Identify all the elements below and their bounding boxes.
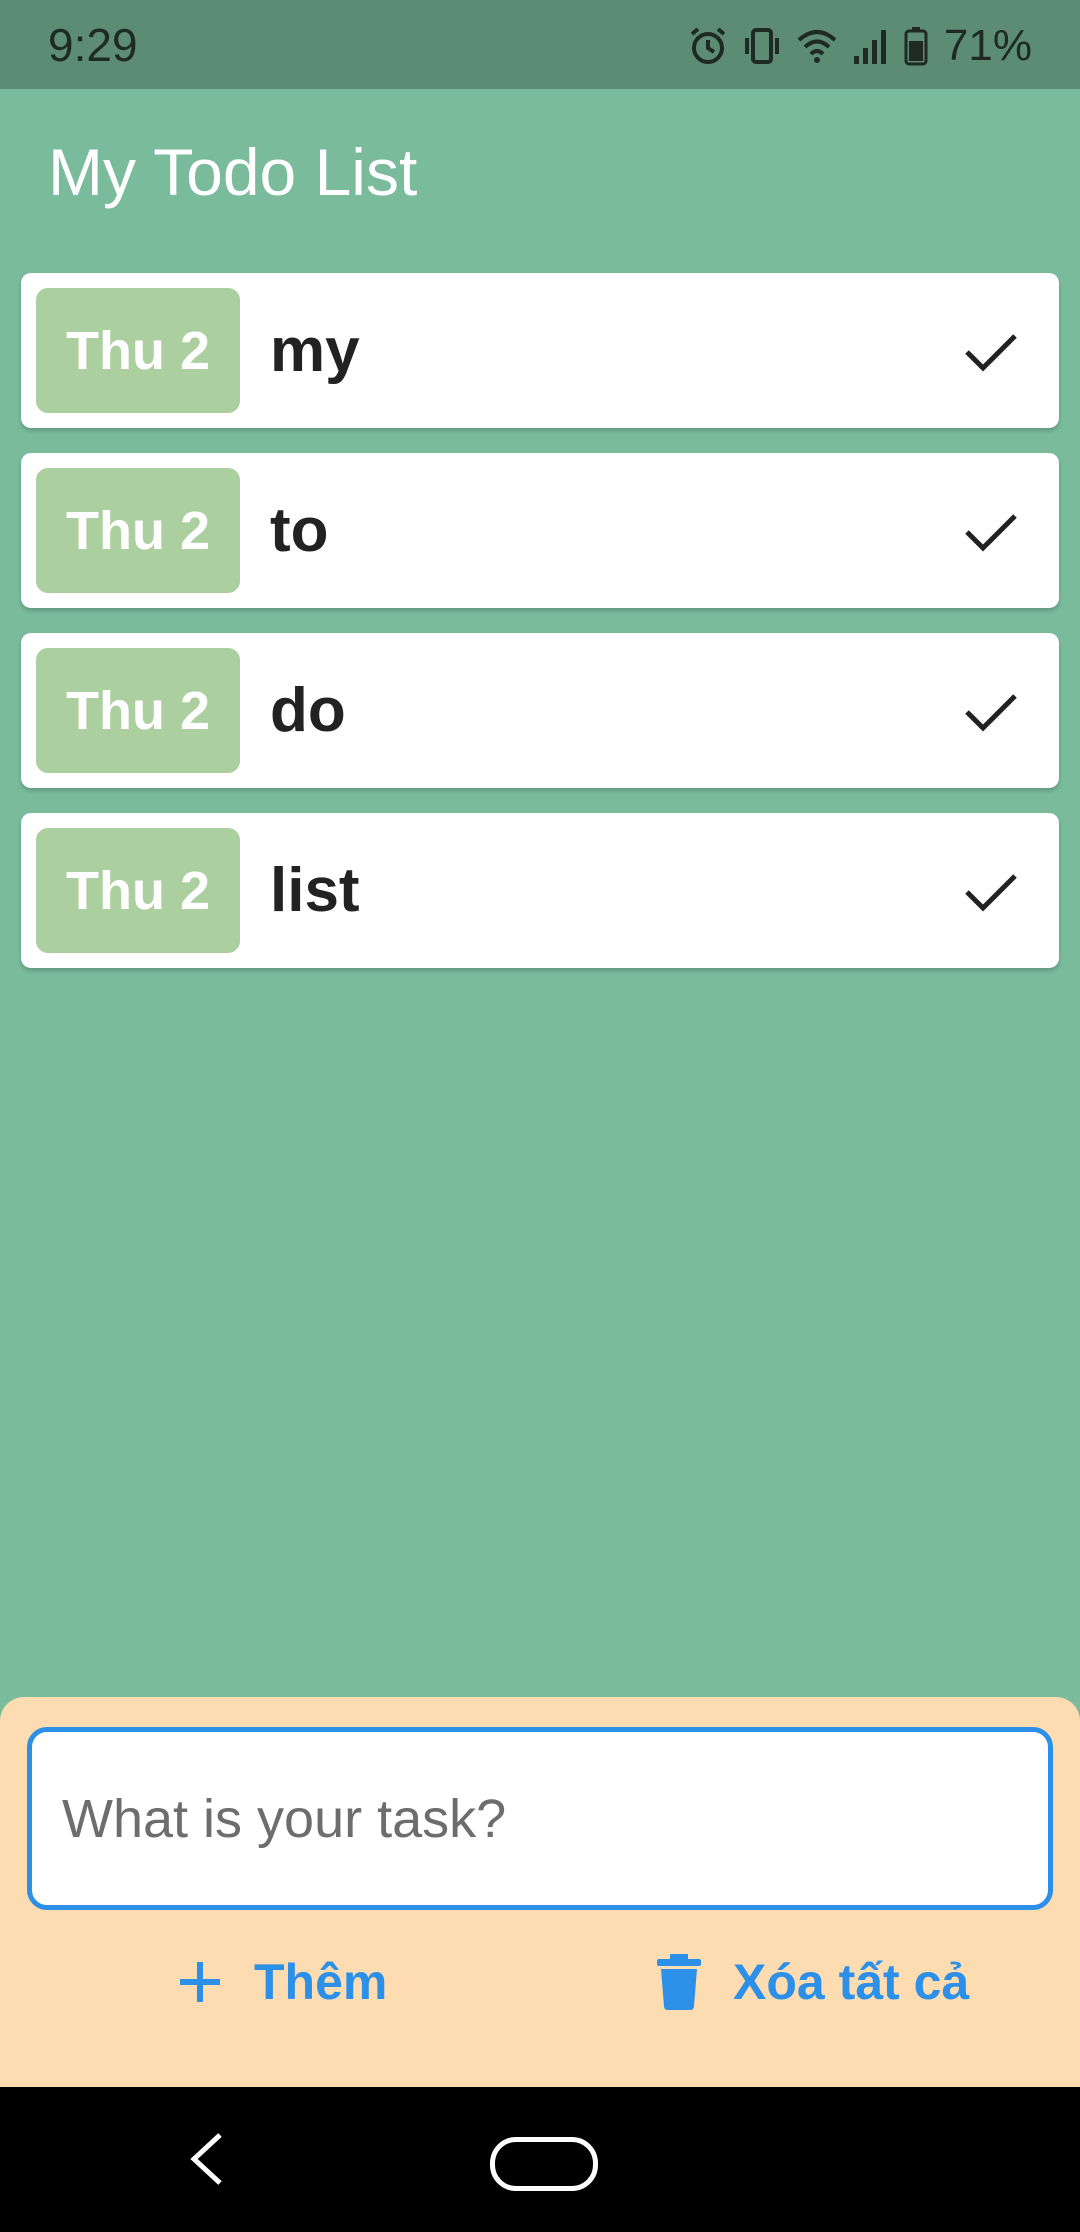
home-button[interactable] bbox=[490, 2137, 598, 2191]
todo-item[interactable]: Thu 2 to bbox=[21, 453, 1059, 608]
add-button[interactable]: Thêm bbox=[176, 1937, 387, 2027]
todo-item[interactable]: Thu 2 my bbox=[21, 273, 1059, 428]
todo-text: list bbox=[270, 856, 360, 925]
add-button-label: Thêm bbox=[254, 1954, 388, 2010]
todo-item[interactable]: Thu 2 list bbox=[21, 813, 1059, 968]
todo-date-badge: Thu 2 bbox=[36, 468, 240, 593]
todo-date-badge: Thu 2 bbox=[36, 288, 240, 413]
alarm-icon bbox=[690, 27, 726, 64]
battery-percent: 71% bbox=[943, 21, 1032, 70]
input-panel: Thêm Xóa tất cả bbox=[0, 1697, 1080, 2087]
todo-item[interactable]: Thu 2 do bbox=[21, 633, 1059, 788]
status-time: 9:29 bbox=[48, 19, 138, 71]
vibrate-icon bbox=[744, 28, 779, 64]
task-input[interactable] bbox=[27, 1727, 1053, 1910]
clear-all-button[interactable]: Xóa tất cả bbox=[655, 1937, 969, 2027]
battery-icon bbox=[904, 27, 928, 66]
status-bar: 9:29 71% bbox=[0, 0, 1080, 89]
todo-text: do bbox=[270, 676, 346, 745]
todo-text: to bbox=[270, 496, 329, 565]
trash-icon bbox=[657, 1954, 701, 2010]
clear-all-button-label: Xóa tất cả bbox=[733, 1954, 970, 2010]
wifi-icon bbox=[797, 30, 837, 63]
check-icon[interactable] bbox=[961, 861, 1021, 921]
plus-icon bbox=[180, 1962, 220, 2002]
check-icon[interactable] bbox=[961, 501, 1021, 561]
todo-list: Thu 2 my Thu 2 to Thu 2 do Thu 2 list bbox=[21, 273, 1059, 993]
status-icons: 71% bbox=[688, 20, 1032, 72]
check-icon[interactable] bbox=[961, 681, 1021, 741]
navigation-bar bbox=[0, 2087, 1080, 2232]
page-title: My Todo List bbox=[48, 135, 418, 209]
back-icon[interactable] bbox=[186, 2131, 226, 2187]
todo-date-badge: Thu 2 bbox=[36, 648, 240, 773]
check-icon[interactable] bbox=[961, 321, 1021, 381]
todo-date-badge: Thu 2 bbox=[36, 828, 240, 953]
signal-icon bbox=[853, 30, 886, 64]
todo-text: my bbox=[270, 316, 360, 385]
